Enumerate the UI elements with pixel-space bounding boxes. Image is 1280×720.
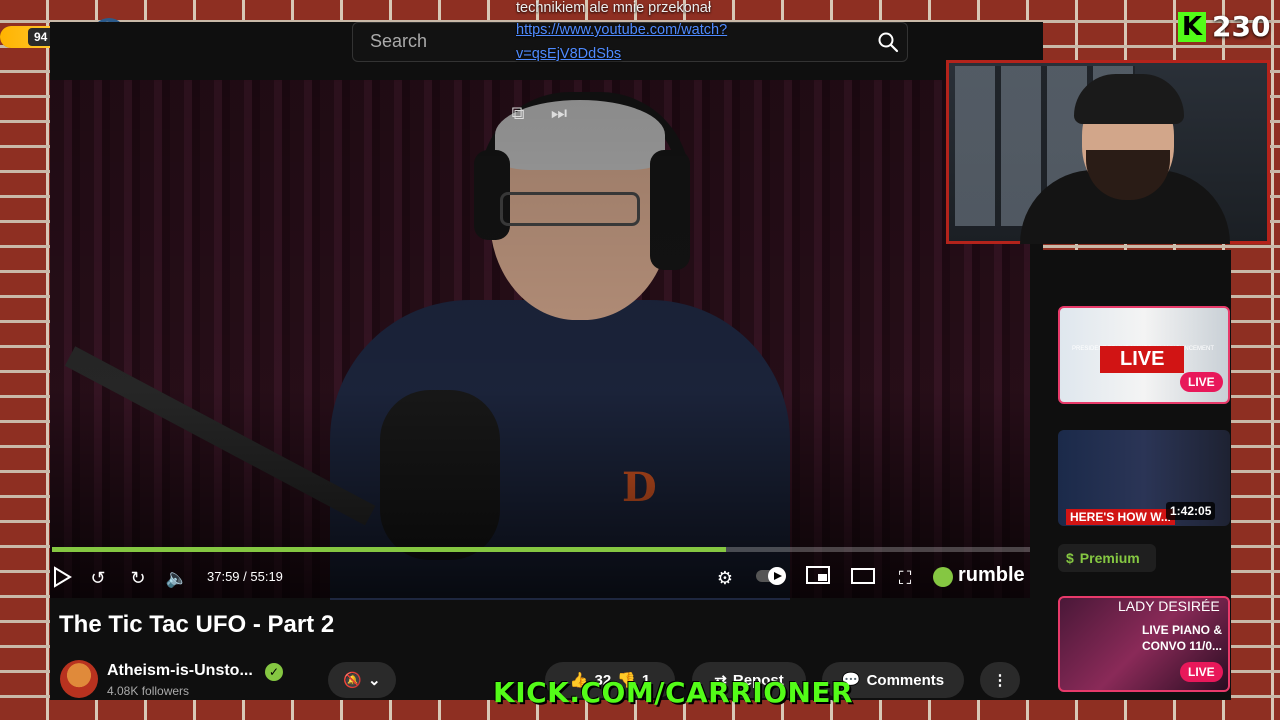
- more-options-button[interactable]: ⋮: [980, 662, 1020, 698]
- kebab-menu-icon: ⋮: [992, 672, 1008, 689]
- fullscreen-icon[interactable]: ⛶: [893, 566, 917, 590]
- follower-count: 4.08K followers: [107, 684, 190, 698]
- skip-next-icon[interactable]: ⏭: [544, 100, 574, 126]
- premium-icon: $: [1066, 550, 1074, 566]
- comments-label: Comments: [866, 671, 945, 689]
- kick-url-overlay: KICK.COM/CARRIONER: [493, 676, 854, 709]
- play-icon[interactable]: [50, 566, 74, 590]
- chat-link[interactable]: https://www.youtube.com/watch?v=qsEjV8Dd…: [516, 18, 766, 66]
- thumb4-title: LADY DESIRÉE: [1118, 598, 1220, 614]
- settings-gear-icon[interactable]: ⚙: [713, 566, 737, 590]
- forward-icon[interactable]: ↻: [126, 566, 150, 590]
- miniplayer-icon[interactable]: [805, 566, 831, 590]
- video-shade: [50, 80, 1030, 598]
- rumble-brand[interactable]: rumble: [958, 564, 1025, 587]
- thumb1-live-banner: LIVE: [1100, 346, 1185, 373]
- thumb2-banner: HERE'S HOW W...: [1066, 509, 1175, 525]
- video-title: The Tic Tac UFO - Part 2: [59, 611, 335, 638]
- thumb4-subtitle: LIVE PIANO & CONVO 11/0...: [1141, 623, 1223, 653]
- live-badge: LIVE: [1180, 372, 1223, 392]
- channel-avatar[interactable]: [60, 660, 98, 698]
- kick-viewer-count: 230: [1212, 10, 1271, 43]
- notifications-button[interactable]: 🔕 ⌄: [328, 662, 396, 698]
- search-icon[interactable]: [876, 30, 900, 54]
- video-duration: 1:42:05: [1166, 502, 1216, 520]
- chevron-down-icon: ⌄: [368, 672, 381, 689]
- theater-mode-icon[interactable]: [850, 566, 876, 590]
- streamer-cap: [1074, 74, 1184, 124]
- popout-icon[interactable]: ⧉: [503, 100, 533, 126]
- chat-message: technikiem ale mnie przekonał: [516, 0, 712, 16]
- premium-button[interactable]: $ Premium: [1058, 544, 1156, 572]
- rewind-icon[interactable]: ↺: [86, 566, 110, 590]
- bell-off-icon: 🔕: [343, 672, 363, 689]
- rumble-logo-icon: [933, 567, 953, 587]
- volume-icon[interactable]: 🔈: [165, 566, 189, 590]
- premium-label: Premium: [1079, 550, 1140, 566]
- channel-name[interactable]: Atheism-is-Unsto...: [107, 662, 253, 680]
- search-input[interactable]: Search: [370, 31, 427, 52]
- autoplay-toggle[interactable]: [754, 566, 790, 590]
- kick-logo-icon: K: [1178, 12, 1206, 42]
- time-display: 37:59 / 55:19: [207, 569, 283, 584]
- live-badge: LIVE: [1180, 662, 1223, 682]
- seek-bar-fill: [52, 547, 726, 552]
- verified-icon: ✓: [265, 663, 283, 681]
